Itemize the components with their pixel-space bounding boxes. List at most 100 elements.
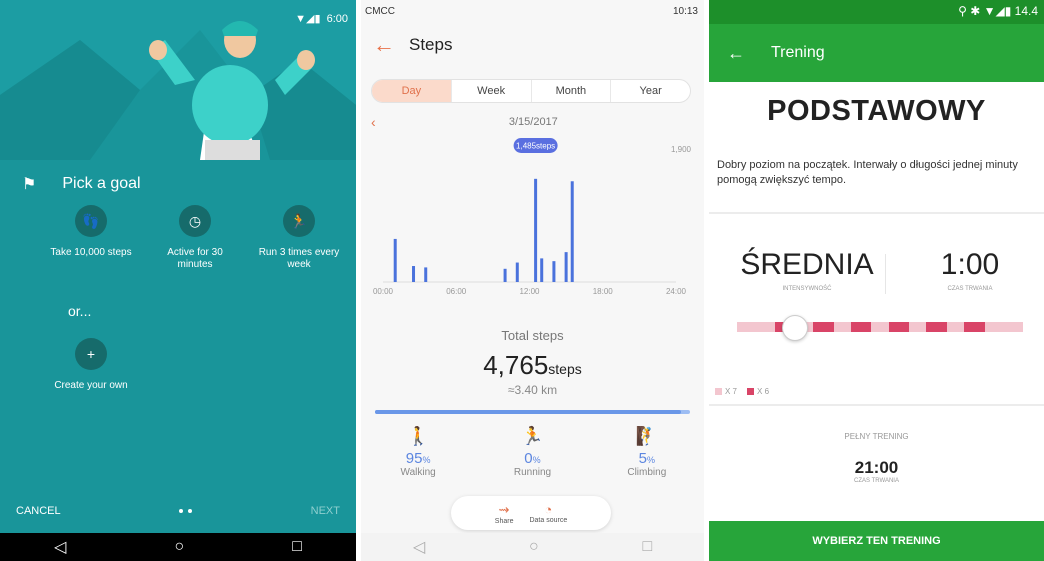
app-bar: ← Trening: [709, 24, 1044, 82]
status-bar: ▼◢▮ 6:00: [295, 12, 348, 26]
goal-header: ⚑ Pick a goal: [22, 174, 141, 194]
status-bar: CMCC 10:13: [361, 0, 704, 28]
status-time: 14.4: [1014, 4, 1038, 18]
x-tick-label: 12:00: [519, 287, 540, 296]
home-nav-icon[interactable]: ○: [529, 538, 539, 556]
app-header: ← Steps: [373, 34, 452, 56]
chart-bar: [564, 252, 568, 282]
goal-option-steps[interactable]: 👣 Take 10,000 steps: [48, 205, 134, 271]
tab-day[interactable]: Day: [372, 80, 452, 102]
cancel-button[interactable]: CANCEL: [16, 505, 61, 517]
home-nav-icon[interactable]: ○: [174, 538, 184, 556]
goal-option-label: Take 10,000 steps: [50, 247, 132, 258]
goal-option-active[interactable]: ◷ Active for 30 minutes: [152, 205, 238, 271]
legend-light: X 7: [715, 387, 737, 396]
interval-legend: X 7 X 6: [715, 387, 769, 396]
create-own-goal-button[interactable]: + Create your own: [48, 338, 134, 392]
share-label: Share: [494, 517, 514, 525]
status-icons: ⚲ ✱ ▼◢▮: [958, 4, 1015, 18]
recents-nav-icon[interactable]: □: [292, 538, 302, 556]
activity-label: Running: [513, 467, 552, 478]
activity-unit: %: [646, 455, 655, 465]
interval-dark: [964, 322, 986, 332]
interval-light: [909, 322, 927, 332]
interval-light: [985, 322, 1023, 332]
page-title: Trening: [771, 44, 825, 61]
page-indicator: [179, 509, 193, 513]
back-nav-icon[interactable]: ◁: [54, 537, 66, 557]
bottom-action-bar: CANCEL NEXT: [0, 505, 356, 517]
vertical-divider: [885, 254, 886, 294]
data-source-label: Data source: [529, 517, 568, 524]
goal-option-run[interactable]: 🏃 Run 3 times every week: [256, 205, 342, 271]
steps-chart: 1,900 1,485steps 00:00 06:00 12:00 18:00 24:00: [373, 138, 692, 296]
divider: [709, 212, 1044, 214]
choose-training-button[interactable]: WYBIERZ TEN TRENING: [709, 521, 1044, 561]
total-steps-value: 4,765: [483, 350, 549, 380]
footsteps-icon: 👣: [75, 205, 107, 237]
back-arrow-icon[interactable]: ←: [373, 34, 395, 56]
activity-value: 5%: [602, 450, 692, 467]
intensity-slider-handle[interactable]: [782, 315, 808, 341]
walking-icon: 🚶: [406, 426, 430, 446]
page-dot: [179, 509, 184, 513]
flag-icon: ⚑: [22, 176, 37, 193]
share-button[interactable]: ⇝ Share: [495, 502, 514, 525]
chart-bar: [570, 181, 574, 282]
activity-label: Walking: [400, 467, 436, 478]
interval-dark: [850, 322, 872, 332]
y-max-label: 1,900: [671, 145, 692, 154]
activity-label: Climbing: [627, 467, 667, 478]
intensity-label: INTENSYWNOŚĆ: [782, 286, 832, 292]
interval-track: [737, 322, 1023, 332]
chart-bar: [552, 261, 556, 282]
status-time: 10:13: [672, 6, 698, 17]
training-level: PODSTAWOWY: [767, 95, 986, 127]
activity-percent: 5: [638, 450, 647, 467]
running-icon: 🏃: [283, 205, 315, 237]
climbing-icon: 🧗: [635, 426, 659, 446]
android-nav-bar: ◁ ○ □: [0, 533, 356, 561]
date-nav: ‹ 3/15/2017: [371, 114, 691, 130]
recents-nav-icon[interactable]: □: [642, 538, 652, 556]
divider: [709, 404, 1044, 406]
duration-value: 1:00: [940, 248, 1000, 281]
next-button[interactable]: NEXT: [311, 505, 340, 517]
legend-dark: X 6: [747, 387, 769, 396]
or-text: or...: [68, 303, 92, 319]
android-nav-bar: ◁ ○ □: [361, 533, 704, 561]
page-title: Steps: [409, 35, 453, 54]
legend-label: X 6: [757, 387, 770, 396]
plus-icon: +: [75, 338, 107, 370]
create-label: Create your own: [54, 380, 128, 391]
activity-unit: %: [532, 455, 541, 465]
full-training-duration: 21:00: [854, 458, 899, 477]
goal-options: 👣 Take 10,000 steps ◷ Active for 30 minu…: [0, 205, 356, 271]
goal-option-label: Run 3 times every week: [258, 247, 340, 270]
wifi-icon: ▼◢▮: [295, 13, 321, 25]
data-source-icon: ◔: [544, 502, 553, 517]
activity-unit: %: [422, 455, 431, 465]
intensity-block: ŚREDNIA INTENSYWNOŚĆ: [727, 248, 887, 292]
duration-label: CZAS TRWANIA: [947, 286, 993, 292]
back-nav-icon[interactable]: ◁: [413, 537, 425, 557]
total-steps: 4,765steps: [361, 350, 704, 381]
chart-bar: [515, 262, 519, 282]
status-time: 6:00: [326, 12, 348, 25]
activity-percent: 0: [524, 450, 533, 467]
interval-light: [833, 322, 851, 332]
activity-running: 🏃 0% Running: [487, 426, 577, 478]
tab-year[interactable]: Year: [611, 80, 690, 102]
training-description: Dobry poziom na początek. Interwały o dł…: [717, 159, 1018, 186]
tab-week[interactable]: Week: [452, 80, 532, 102]
page-dot: [188, 509, 193, 513]
back-arrow-icon[interactable]: ←: [727, 43, 745, 64]
tab-month[interactable]: Month: [532, 80, 612, 102]
interval-dark: [812, 322, 834, 332]
total-steps-unit: steps: [548, 361, 582, 377]
data-source-button[interactable]: ◔ Data source: [529, 502, 567, 524]
duration-block: 1:00 CZAS TRWANIA: [905, 248, 1035, 292]
distance-value: ≈3.40 km: [507, 383, 558, 397]
period-tabs: Day Week Month Year: [371, 79, 691, 103]
activity-percent: 95: [405, 450, 423, 467]
